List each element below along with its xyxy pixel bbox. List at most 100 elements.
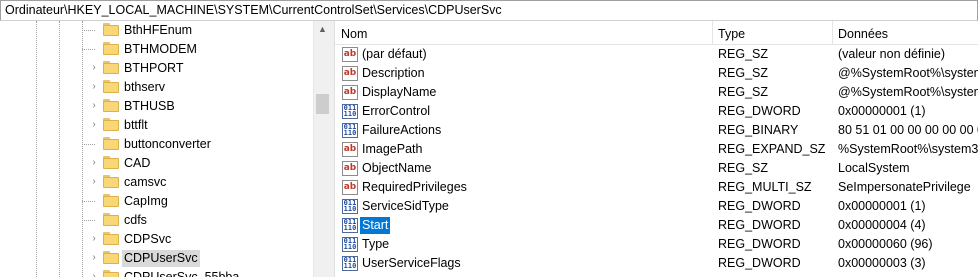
- tree-item[interactable]: › CDPUserSvc: [0, 249, 313, 268]
- value-data: 0x00000001 (1): [838, 104, 926, 118]
- tree-item[interactable]: › bthserv: [0, 78, 313, 97]
- value-name: (par défaut): [362, 47, 427, 61]
- string-value-icon: ab: [342, 142, 358, 157]
- value-row[interactable]: 011 110 FailureActions REG_BINARY 80 51 01 0…: [335, 121, 978, 140]
- tree-item[interactable]: BTHMODEM: [0, 40, 313, 59]
- folder-icon: [103, 118, 119, 131]
- value-name: Description: [362, 66, 425, 80]
- tree-item[interactable]: › CDPUserSvc_55bba: [0, 268, 313, 277]
- value-row[interactable]: ab DisplayName REG_SZ @%SystemRoot%\system: [335, 83, 978, 102]
- tree-item-label: CDPSvc: [124, 232, 172, 246]
- tree-item-label: cdfs: [124, 213, 147, 227]
- values-list[interactable]: Nom Type Données ab (par défaut) REG_SZ (va…: [335, 21, 978, 277]
- folder-icon: [103, 80, 119, 93]
- chevron-right-icon[interactable]: ›: [89, 272, 99, 277]
- value-data: @%SystemRoot%\system: [838, 66, 978, 80]
- value-name: ErrorControl: [362, 104, 431, 118]
- folder-icon: [103, 99, 119, 112]
- registry-tree[interactable]: BthHFEnum BTHMODEM › BTHPORT › bthserv › BTHUSB…: [0, 21, 313, 277]
- value-type: REG_DWORD: [718, 256, 801, 270]
- binary-value-icon: 011 110: [342, 256, 358, 271]
- value-data: 0x00000004 (4): [838, 218, 926, 232]
- value-row[interactable]: ab ImagePath REG_EXPAND_SZ %SystemRoot%\sys…: [335, 140, 978, 159]
- value-type: REG_BINARY: [718, 123, 799, 137]
- tree-item[interactable]: › CDPSvc: [0, 230, 313, 249]
- string-value-icon: ab: [342, 85, 358, 100]
- value-row[interactable]: 011 110 UserServiceFlags REG_DWORD 0x0000000…: [335, 254, 978, 273]
- value-row[interactable]: 011 110 Type REG_DWORD 0x00000060 (96): [335, 235, 978, 254]
- value-row[interactable]: ab Description REG_SZ @%SystemRoot%\system: [335, 64, 978, 83]
- tree-connector: [82, 144, 95, 145]
- chevron-right-icon[interactable]: ›: [89, 63, 99, 73]
- tree-connector: [82, 220, 95, 221]
- value-data: (valeur non définie): [838, 47, 946, 61]
- tree-item[interactable]: buttonconverter: [0, 135, 313, 154]
- tree-item-label: bthserv: [124, 80, 165, 94]
- string-value-icon: ab: [342, 161, 358, 176]
- value-data: LocalSystem: [838, 161, 910, 175]
- tree-item-label: BTHPORT: [124, 61, 184, 75]
- chevron-right-icon[interactable]: ›: [89, 234, 99, 244]
- chevron-right-icon[interactable]: ›: [89, 177, 99, 187]
- value-row[interactable]: ab (par défaut) REG_SZ (valeur non définie): [335, 45, 978, 64]
- tree-item[interactable]: BthHFEnum: [0, 21, 313, 40]
- folder-icon: [103, 42, 119, 55]
- value-name: Start: [360, 217, 391, 234]
- value-data: 0x00000003 (3): [838, 256, 926, 270]
- value-name: ServiceSidType: [362, 199, 449, 213]
- tree-item[interactable]: › BTHPORT: [0, 59, 313, 78]
- value-data: %SystemRoot%\system32: [838, 142, 978, 156]
- value-type: REG_SZ: [718, 47, 769, 61]
- folder-icon: [103, 156, 119, 169]
- tree-item[interactable]: › camsvc: [0, 173, 313, 192]
- value-type: REG_DWORD: [718, 199, 801, 213]
- chevron-right-icon[interactable]: ›: [89, 253, 99, 263]
- value-row[interactable]: 011 110 ServiceSidType REG_DWORD 0x00000001 …: [335, 197, 978, 216]
- binary-value-icon: 011 110: [342, 218, 358, 233]
- tree-item[interactable]: › CAD: [0, 154, 313, 173]
- binary-value-icon: 011 110: [342, 199, 358, 214]
- value-row[interactable]: 011 110 ErrorControl REG_DWORD 0x00000001 (1…: [335, 102, 978, 121]
- value-name: Type: [362, 237, 390, 251]
- value-row[interactable]: ab ObjectName REG_SZ LocalSystem: [335, 159, 978, 178]
- value-data: 0x00000060 (96): [838, 237, 933, 251]
- value-name: RequiredPrivileges: [362, 180, 467, 194]
- chevron-right-icon[interactable]: ›: [89, 120, 99, 130]
- column-header-data[interactable]: Données: [832, 21, 888, 45]
- value-row[interactable]: ab RequiredPrivileges REG_MULTI_SZ SeImpers…: [335, 178, 978, 197]
- chevron-right-icon[interactable]: ›: [89, 101, 99, 111]
- tree-item-label: BthHFEnum: [124, 23, 193, 37]
- scroll-thumb[interactable]: [316, 94, 329, 114]
- value-type: REG_DWORD: [718, 104, 801, 118]
- folder-icon: [103, 251, 119, 264]
- string-value-icon: ab: [342, 66, 358, 81]
- chevron-right-icon[interactable]: ›: [89, 82, 99, 92]
- value-data: 0x00000001 (1): [838, 199, 926, 213]
- column-header-name[interactable]: Nom: [335, 21, 367, 45]
- tree-item-label: CDPUserSvc_55bba: [124, 270, 240, 277]
- address-bar[interactable]: Ordinateur\HKEY_LOCAL_MACHINE\SYSTEM\Cur…: [0, 0, 978, 21]
- value-data: 80 51 01 00 00 00 00 00 00 0: [838, 123, 978, 137]
- value-name: ObjectName: [362, 161, 432, 175]
- string-value-icon: ab: [342, 47, 358, 62]
- tree-item[interactable]: › bttflt: [0, 116, 313, 135]
- chevron-right-icon[interactable]: ›: [89, 158, 99, 168]
- column-header-type[interactable]: Type: [712, 21, 745, 45]
- value-type: REG_DWORD: [718, 237, 801, 251]
- folder-icon: [103, 61, 119, 74]
- tree-item-label: camsvc: [124, 175, 167, 189]
- folder-icon: [103, 213, 119, 226]
- tree-item-label: CapImg: [124, 194, 168, 208]
- tree-scrollbar[interactable]: ▲: [313, 21, 330, 277]
- binary-value-icon: 011 110: [342, 123, 358, 138]
- value-row[interactable]: 011 110 Start REG_DWORD 0x00000004 (4): [335, 216, 978, 235]
- tree-item[interactable]: CapImg: [0, 192, 313, 211]
- tree-item[interactable]: › BTHUSB: [0, 97, 313, 116]
- tree-connector: [82, 201, 95, 202]
- tree-connector: [82, 30, 95, 31]
- folder-icon: [103, 137, 119, 150]
- value-type: REG_SZ: [718, 161, 769, 175]
- tree-item[interactable]: cdfs: [0, 211, 313, 230]
- scroll-up-icon[interactable]: ▲: [314, 21, 331, 38]
- value-name: FailureActions: [362, 123, 442, 137]
